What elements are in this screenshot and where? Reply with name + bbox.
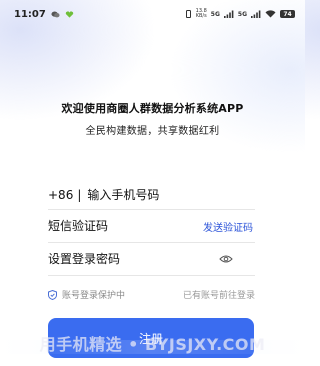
signal-icon-2 bbox=[251, 10, 261, 18]
wifi-icon bbox=[265, 10, 276, 18]
net-speed: 13.8 KB/s bbox=[196, 9, 207, 19]
status-bar: 11:07 13.8 KB/s 5G 5G 74 bbox=[0, 0, 305, 28]
protection-row: 账号登录保护中 已有账号前往登录 bbox=[48, 288, 255, 301]
chat-icon bbox=[51, 10, 60, 17]
status-right: 13.8 KB/s 5G 5G 74 bbox=[185, 9, 295, 19]
register-button[interactable]: 注册 bbox=[48, 318, 254, 358]
status-left: 11:07 bbox=[14, 9, 74, 20]
signal-icon bbox=[223, 10, 234, 18]
status-time: 11:07 bbox=[14, 8, 46, 20]
password-row bbox=[48, 243, 255, 276]
vibrate-icon bbox=[185, 10, 191, 18]
welcome-subtitle: 全民构建数据，共享数据红利 bbox=[85, 126, 220, 137]
phone-row: +86 | bbox=[48, 180, 255, 210]
welcome-title: 欢迎使用商圈人群数据分析系统APP bbox=[61, 102, 244, 115]
protection-label: 账号登录保护中 bbox=[62, 291, 126, 301]
welcome-section: 欢迎使用商圈人群数据分析系统APP 全民构建数据，共享数据红利 bbox=[0, 100, 305, 137]
country-code[interactable]: +86 bbox=[48, 188, 73, 202]
code-row: 发送验证码 bbox=[48, 210, 255, 243]
battery-indicator: 74 bbox=[280, 10, 295, 18]
heart-icon bbox=[65, 10, 73, 18]
register-form: +86 | 发送验证码 bbox=[48, 180, 255, 276]
protection-status: 账号登录保护中 bbox=[48, 288, 125, 301]
register-button-label: 注册 bbox=[138, 331, 163, 346]
send-code-button[interactable]: 发送验证码 bbox=[203, 219, 253, 234]
eye-icon[interactable] bbox=[219, 254, 233, 264]
phone-input[interactable] bbox=[87, 187, 255, 202]
net-speed-unit: KB/s bbox=[195, 13, 207, 19]
shield-icon bbox=[48, 289, 57, 300]
go-login-link[interactable]: 已有账号前往登录 bbox=[183, 288, 255, 301]
phone-separator: | bbox=[77, 187, 82, 202]
signal-tag-2: 5G bbox=[237, 10, 247, 18]
signal-tag-1: 5G bbox=[210, 10, 220, 18]
